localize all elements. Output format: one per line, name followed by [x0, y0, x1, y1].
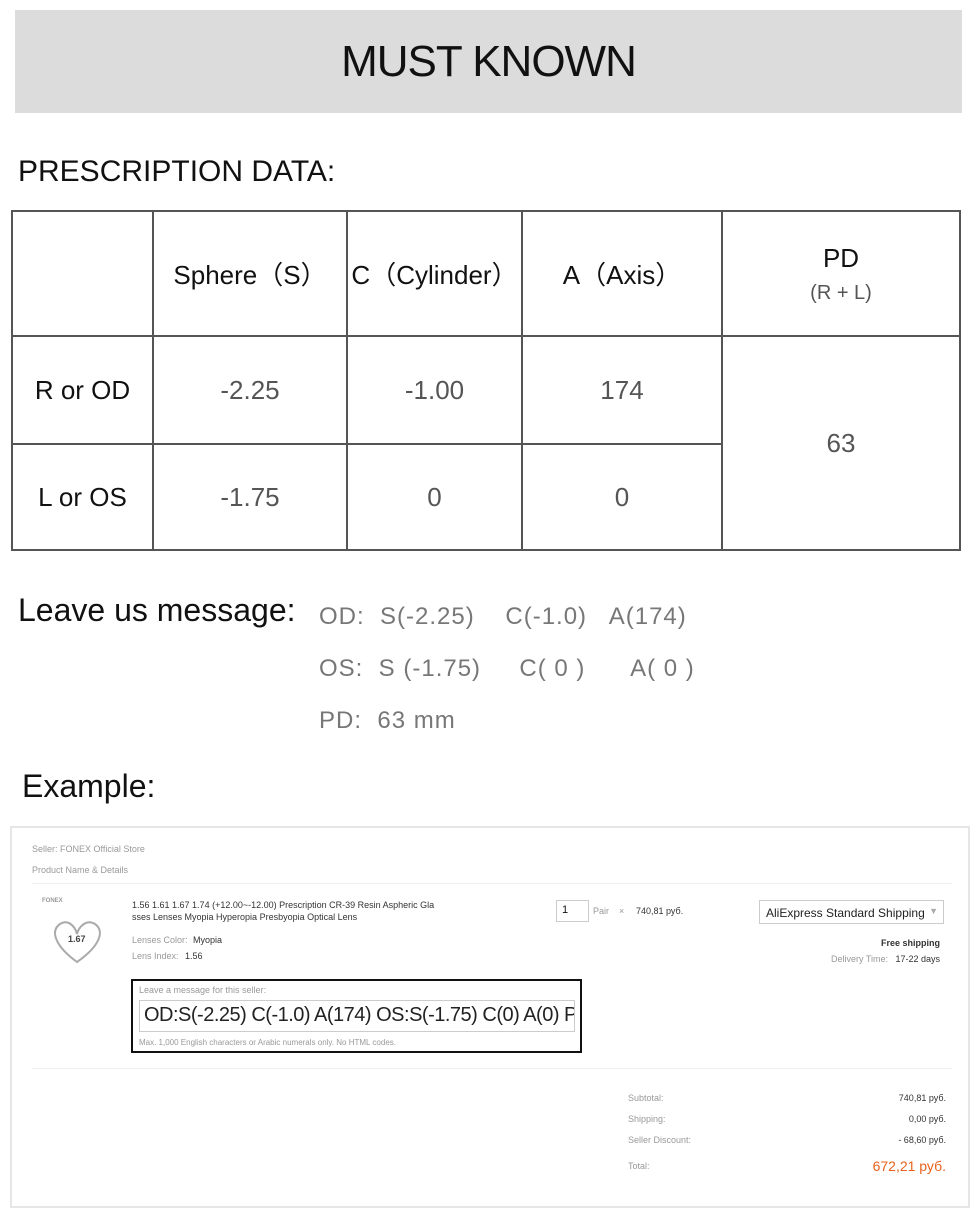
- pd-sub: (R + L): [810, 281, 872, 304]
- index-label: Lens Index:: [132, 951, 179, 961]
- index-value: 1.56: [185, 951, 203, 961]
- logo-text: 1.67: [68, 934, 86, 944]
- product-image-logo: 1.67: [50, 916, 105, 964]
- header-axis: A（Axis）: [521, 210, 723, 337]
- total-value: 672,21 руб.: [872, 1158, 946, 1174]
- sphere-cell: -2.25: [152, 335, 348, 445]
- prescription-title: PRESCRIPTION DATA:: [18, 155, 336, 188]
- header-pd: PD (R + L): [721, 210, 961, 337]
- pd-label: PD: [822, 242, 860, 273]
- free-shipping: Free shipping: [880, 938, 940, 948]
- cylinder-cell: 0: [346, 443, 523, 551]
- shipping-method: AliExpress Standard Shipping: [766, 906, 925, 920]
- message-line-os: OS: S (-1.75) C( 0 ) A( 0 ): [319, 655, 695, 682]
- shipping-value: 0,00 руб.: [908, 1114, 946, 1124]
- shipping-select[interactable]: AliExpress Standard Shipping ▼: [759, 900, 944, 924]
- color-value: Myopia: [193, 935, 223, 945]
- message-highlight: Leave a message for this seller: OD:S(-2…: [131, 979, 582, 1053]
- header-empty: [11, 210, 154, 337]
- sphere-cell: -1.75: [152, 443, 348, 551]
- message-hint: Max. 1,000 English characters or Arabic …: [139, 1038, 396, 1047]
- message-label: Leave us message:: [18, 592, 296, 628]
- total-label: Total:: [628, 1161, 650, 1171]
- axis-cell: 0: [521, 443, 723, 551]
- order-example: Seller: FONEX Official Store Product Nam…: [10, 826, 970, 1208]
- example-label: Example:: [22, 768, 156, 804]
- axis-cell: 174: [521, 335, 723, 445]
- delivery-label: Delivery Time:: [830, 954, 888, 964]
- discount-value: - 68,60 руб.: [898, 1135, 946, 1145]
- cylinder-cell: -1.00: [346, 335, 523, 445]
- shipping-label: Shipping:: [628, 1114, 666, 1124]
- chevron-down-icon: ▼: [929, 906, 938, 916]
- delivery-value: 17-22 days: [895, 954, 940, 964]
- seller: Seller: FONEX Official Store: [32, 844, 145, 854]
- header-sphere: Sphere（S）: [152, 210, 348, 337]
- pd-cell: 63: [721, 335, 961, 551]
- subtotal-value: 740,81 руб.: [898, 1093, 946, 1103]
- banner: MUST KNOWN: [15, 10, 962, 113]
- message-line-pd: PD: 63 mm: [319, 707, 456, 734]
- product-name-2[interactable]: sses Lenses Myopia Hyperopia Presbyopia …: [132, 912, 357, 922]
- product-name-1[interactable]: 1.56 1.61 1.67 1.74 (+12.00~-12.00) Pres…: [132, 900, 434, 910]
- brand: FONEX: [42, 898, 63, 904]
- unit-price: 740,81 руб.: [636, 906, 684, 916]
- unit: Pair: [593, 906, 610, 916]
- table-row: R or OD -2.25 -1.00 174 63: [11, 335, 961, 551]
- message-field-label: Leave a message for this seller:: [139, 985, 267, 995]
- prescription-table: Sphere（S） C（Cylinder） A（Axis） PD (R + L) …: [11, 210, 961, 551]
- discount-label: Seller Discount:: [628, 1135, 692, 1145]
- times: ×: [619, 906, 625, 916]
- subtotal-label: Subtotal:: [628, 1093, 664, 1103]
- row-label: R or OD: [11, 335, 154, 445]
- row-label: L or OS: [11, 443, 154, 551]
- color-label: Lenses Color:: [132, 935, 188, 945]
- quantity-input[interactable]: 1: [556, 900, 589, 922]
- product-header: Product Name & Details: [32, 865, 129, 875]
- header-cylinder: C（Cylinder）: [346, 210, 523, 337]
- message-line-od: OD: S(-2.25) C(-1.0) A(174): [319, 603, 687, 630]
- seller-message-input[interactable]: OD:S(-2.25) C(-1.0) A(174) OS:S(-1.75) C…: [139, 1000, 575, 1032]
